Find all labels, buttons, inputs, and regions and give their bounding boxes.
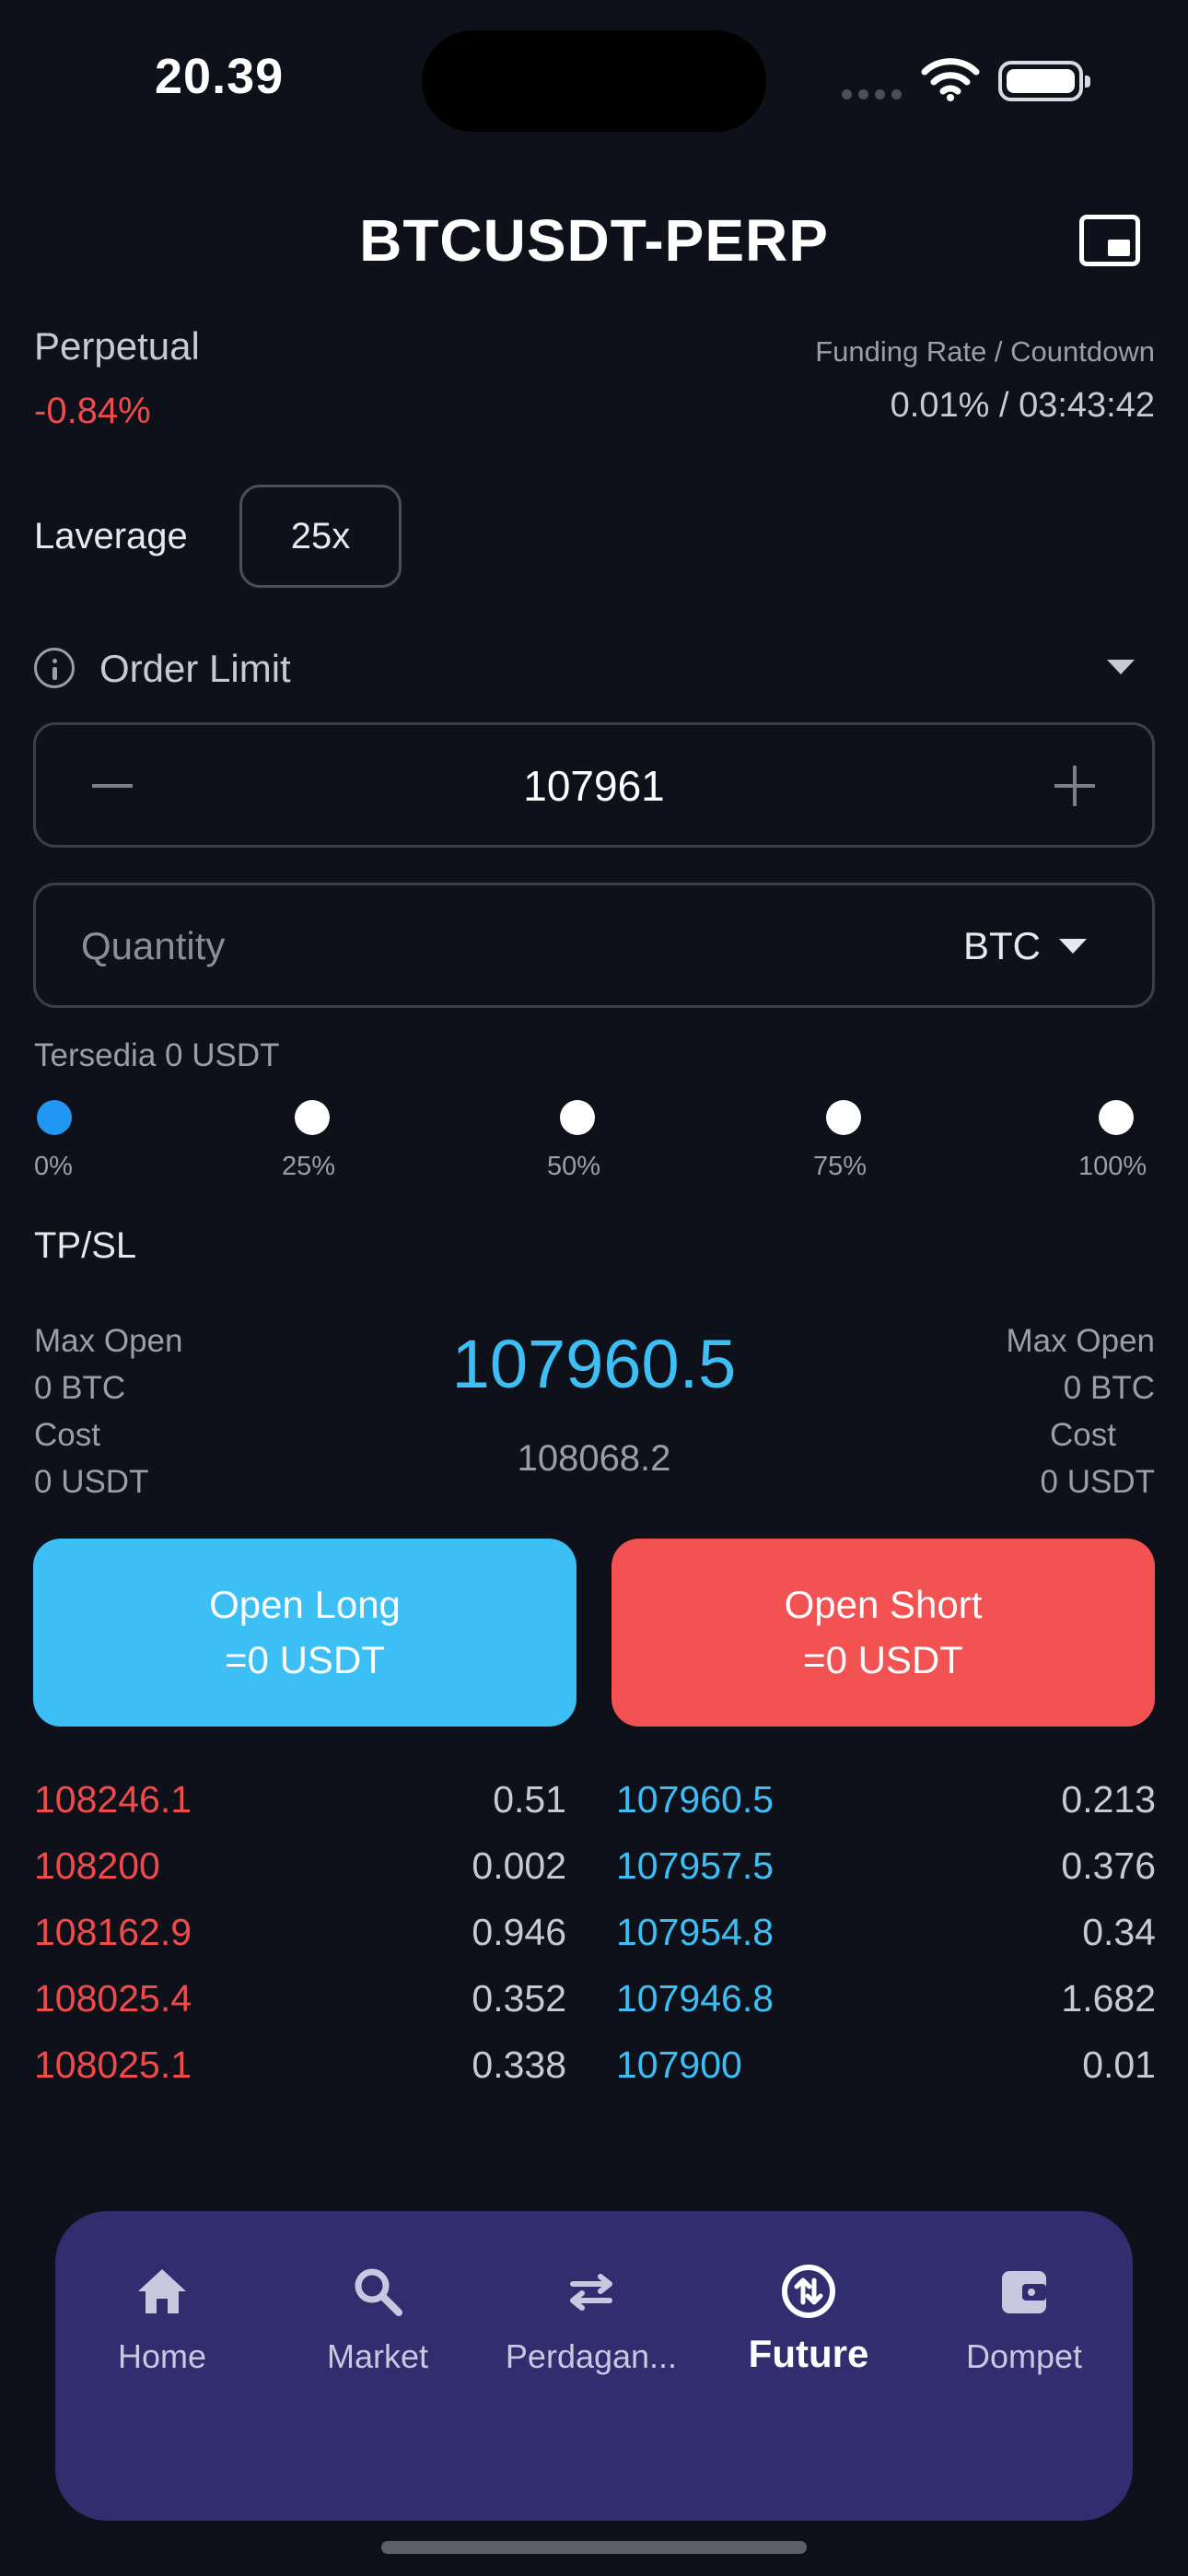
tab-label: Future xyxy=(748,2332,869,2375)
swap-icon xyxy=(570,2274,612,2311)
price-input[interactable]: 107961 xyxy=(0,761,1188,811)
plus-icon-vertical[interactable] xyxy=(1073,766,1077,806)
chevron-down-icon[interactable] xyxy=(1107,660,1135,674)
order-book-row[interactable]: 108162.9 0.946 107954.8 0.34 xyxy=(34,1911,1156,1977)
tab-future[interactable]: Future xyxy=(707,2262,910,2376)
bid-quantity: 0.01 xyxy=(1082,2043,1156,2086)
contract-type-label: Perpetual xyxy=(34,324,200,368)
funding-rate-label: Funding Rate / Countdown xyxy=(815,335,1155,368)
chevron-down-icon[interactable] xyxy=(1059,939,1087,954)
order-book-row[interactable]: 108200 0.002 107957.5 0.376 xyxy=(34,1844,1156,1911)
bid-quantity: 0.213 xyxy=(1061,1778,1156,1821)
slider-stop-100[interactable] xyxy=(1099,1100,1134,1135)
open-long-label: Open Long xyxy=(209,1583,401,1626)
bid-price: 107900 xyxy=(616,2043,742,2086)
ask-quantity: 0.51 xyxy=(493,1778,566,1821)
mark-price: 108068.2 xyxy=(517,1438,671,1479)
available-balance: Tersedia 0 USDT xyxy=(34,1037,280,1073)
bid-quantity: 0.34 xyxy=(1082,1911,1156,1953)
quantity-unit-selector[interactable]: BTC xyxy=(963,924,1041,968)
tab-label: Home xyxy=(117,2337,207,2375)
home-indicator[interactable] xyxy=(381,2541,807,2554)
wallet-icon xyxy=(1002,2271,1046,2313)
wifi-icon xyxy=(921,57,980,106)
status-time: 20.39 xyxy=(155,49,285,104)
slider-label: 25% xyxy=(282,1152,336,1181)
slider-stop-75[interactable] xyxy=(826,1100,861,1135)
slider-label: 75% xyxy=(813,1152,868,1181)
order-book-row[interactable]: 108246.1 0.51 107960.5 0.213 xyxy=(34,1778,1156,1844)
leverage-button[interactable]: 25x xyxy=(239,485,402,588)
order-type-selector[interactable]: Order Limit xyxy=(99,647,291,691)
slider-label: 0% xyxy=(34,1152,73,1181)
tab-perdagangan[interactable]: Perdagan... xyxy=(490,2262,693,2376)
price-change: -0.84% xyxy=(34,391,151,431)
info-icon[interactable] xyxy=(34,648,75,688)
bid-quantity: 1.682 xyxy=(1061,1977,1156,2020)
tab-home[interactable]: Home xyxy=(61,2262,263,2376)
slider-label: 100% xyxy=(1078,1152,1147,1181)
battery-icon xyxy=(998,61,1090,101)
cellular-signal-icon xyxy=(842,88,908,104)
leverage-label: Laverage xyxy=(34,516,188,556)
tab-label: Perdagan... xyxy=(505,2337,678,2375)
ask-quantity: 0.352 xyxy=(472,1977,566,2020)
funding-rate-value: 0.01% / 03:43:42 xyxy=(890,386,1155,425)
ask-price: 108200 xyxy=(34,1844,160,1887)
bid-price: 107960.5 xyxy=(616,1778,775,1821)
slider-label: 50% xyxy=(547,1152,601,1181)
picture-in-picture-icon[interactable] xyxy=(1079,215,1140,266)
bid-price: 107954.8 xyxy=(616,1911,775,1953)
ask-quantity: 0.002 xyxy=(472,1844,566,1887)
future-icon xyxy=(782,2265,835,2318)
tab-label: Market xyxy=(326,2337,429,2375)
home-icon xyxy=(138,2269,186,2313)
tab-label: Dompet xyxy=(965,2337,1083,2375)
open-short-label: Open Short xyxy=(784,1583,983,1626)
ask-price: 108025.4 xyxy=(34,1977,192,2020)
slider-stop-50[interactable] xyxy=(560,1100,595,1135)
bid-quantity: 0.376 xyxy=(1061,1844,1156,1887)
ask-quantity: 0.946 xyxy=(472,1911,566,1953)
last-price: 107960.5 xyxy=(451,1326,737,1402)
open-long-button[interactable]: Open Long =0 USDT xyxy=(33,1539,577,1727)
open-short-value: =0 USDT xyxy=(803,1638,963,1681)
order-book-row[interactable]: 108025.4 0.352 107946.8 1.682 xyxy=(34,1977,1156,2043)
tab-dompet[interactable]: Dompet xyxy=(923,2262,1125,2376)
slider-stop-0[interactable] xyxy=(37,1100,72,1135)
tab-market[interactable]: Market xyxy=(276,2262,479,2376)
open-short-button[interactable]: Open Short =0 USDT xyxy=(611,1539,1155,1727)
page-title: BTCUSDT-PERP xyxy=(359,207,829,274)
ask-price: 108246.1 xyxy=(34,1778,192,1821)
order-book-row[interactable]: 108025.1 0.338 107900 0.01 xyxy=(34,2043,1156,2110)
open-long-value: =0 USDT xyxy=(225,1638,385,1681)
bid-price: 107957.5 xyxy=(616,1844,775,1887)
ask-quantity: 0.338 xyxy=(472,2043,566,2086)
bid-price: 107946.8 xyxy=(616,1977,775,2020)
slider-stop-25[interactable] xyxy=(295,1100,330,1135)
ask-price: 108025.1 xyxy=(34,2043,192,2086)
quantity-input[interactable]: Quantity xyxy=(81,924,225,968)
search-icon xyxy=(355,2268,402,2316)
ask-price: 108162.9 xyxy=(34,1911,192,1953)
tpsl-toggle[interactable]: TP/SL xyxy=(34,1225,136,1267)
dynamic-island xyxy=(422,30,766,132)
